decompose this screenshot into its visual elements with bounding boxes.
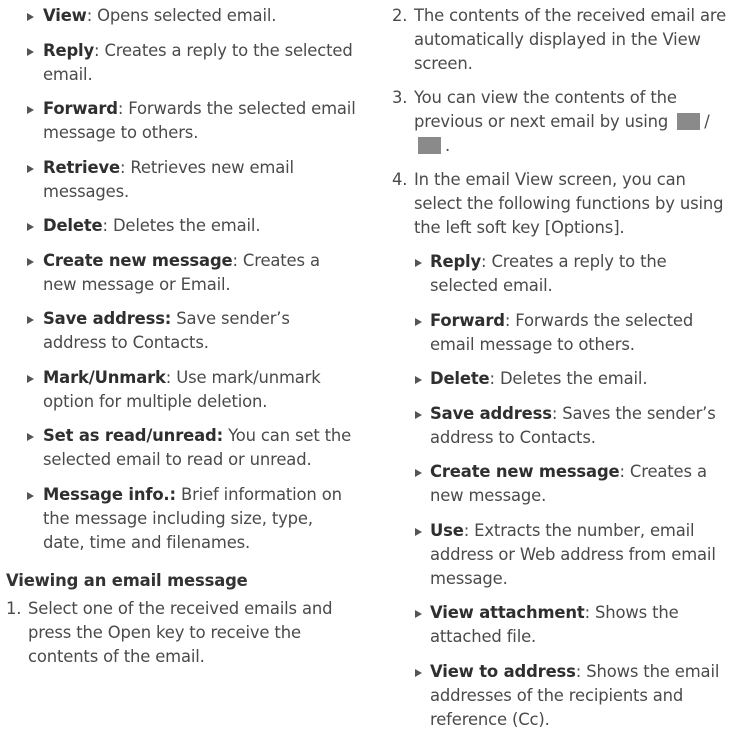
item-term: View — [43, 6, 87, 25]
item-term: Reply — [43, 40, 95, 60]
item-text: : Deletes the email. — [489, 369, 648, 388]
list-item: Create new message: Creates a new messag… — [6, 249, 358, 297]
triangle-bullet-icon — [27, 433, 34, 441]
triangle-bullet-icon — [415, 610, 422, 618]
item-term: Retrieve — [43, 157, 120, 177]
triangle-bullet-icon — [415, 376, 422, 384]
item-text: : Extracts the number, email address or … — [430, 520, 716, 588]
triangle-bullet-icon — [27, 316, 34, 324]
list-item: Set as read/unread: You can set the sele… — [6, 424, 358, 472]
list-item: Forward: Forwards the selected email mes… — [392, 309, 736, 357]
triangle-bullet-icon — [415, 410, 422, 419]
triangle-bullet-icon — [27, 164, 34, 173]
list-item: Reply: Creates a reply to the selected e… — [392, 250, 736, 298]
list-item: Save address: Saves the sender’s address… — [392, 402, 736, 450]
triangle-bullet-icon — [27, 47, 34, 56]
step-number: 3. — [392, 88, 408, 107]
step-text: You can view the contents of the previou… — [414, 88, 677, 131]
triangle-bullet-icon — [415, 527, 422, 536]
step-text: Select one of the received emails and pr… — [28, 598, 333, 666]
list-item: Mark/Unmark: Use mark/unmark option for … — [6, 366, 358, 414]
step-item: 3. You can view the contents of the previ… — [392, 86, 736, 158]
list-item: View attachment: Shows the attached file… — [392, 601, 736, 649]
manual-page: View: Opens selected email. Reply: Creat… — [0, 0, 739, 729]
list-item: View: Opens selected email. — [6, 4, 358, 28]
list-item: View to address: Shows the email address… — [392, 660, 736, 732]
item-term: Mark/Unmark — [43, 367, 166, 387]
step-text: In the email View screen, you can select… — [414, 170, 724, 237]
triangle-bullet-icon — [27, 106, 34, 114]
list-item: Use: Extracts the number, email address … — [392, 519, 736, 591]
triangle-bullet-icon — [27, 257, 34, 266]
item-term: Save address — [430, 403, 552, 423]
section-heading: Viewing an email message — [6, 570, 248, 590]
item-term: Create new message — [430, 462, 620, 481]
item-term: Set as read/unread: — [43, 426, 224, 445]
step-item: 1. Select one of the received emails and … — [6, 597, 358, 669]
item-term: View attachment — [430, 603, 585, 622]
triangle-bullet-icon — [415, 469, 422, 477]
step-text: The contents of the received email are a… — [414, 6, 727, 73]
item-term: Delete — [43, 216, 103, 235]
step-number: 4. — [392, 170, 408, 189]
list-item: Retrieve: Retrieves new email messages. — [6, 156, 358, 204]
triangle-bullet-icon — [415, 668, 422, 677]
item-term: Message info.: — [43, 484, 176, 504]
item-term: Save address: — [43, 309, 172, 328]
list-item: Delete: Deletes the email. — [392, 367, 736, 391]
item-term: Reply — [430, 252, 482, 271]
item-term: Use — [430, 520, 464, 540]
step-separator: / — [704, 112, 710, 131]
item-term: Forward — [43, 99, 118, 118]
item-term: Delete — [430, 369, 490, 388]
left-column: View: Opens selected email. Reply: Creat… — [6, 4, 358, 679]
list-item: Save address: Save sender’s address to C… — [6, 307, 358, 355]
step-item: 4. In the email View screen, you can sele… — [392, 168, 736, 240]
item-text: : Deletes the email. — [102, 216, 261, 235]
previous-key-icon — [677, 113, 701, 130]
triangle-bullet-icon — [27, 374, 34, 383]
triangle-bullet-icon — [27, 223, 34, 231]
step-number: 2. — [392, 6, 408, 25]
item-term: Create new message — [43, 250, 233, 270]
item-text: : Opens selected email. — [86, 6, 277, 25]
step-end: . — [445, 136, 451, 155]
right-column: 2. The contents of the received email are… — [392, 4, 736, 742]
list-item: Forward: Forwards the selected email mes… — [6, 97, 358, 145]
triangle-bullet-icon — [27, 491, 34, 500]
triangle-bullet-icon — [27, 13, 34, 21]
step-number: 1. — [6, 598, 22, 618]
triangle-bullet-icon — [415, 259, 422, 267]
list-item: Reply: Creates a reply to the selected e… — [6, 39, 358, 87]
list-item: Create new message: Creates a new messag… — [392, 460, 736, 508]
next-key-icon — [418, 137, 441, 154]
step-item: 2. The contents of the received email are… — [392, 4, 736, 76]
list-item: Delete: Deletes the email. — [6, 214, 358, 238]
list-item: Message info.: Brief information on the … — [6, 483, 358, 555]
item-term: Forward — [430, 310, 505, 330]
item-term: View to address — [430, 661, 576, 681]
triangle-bullet-icon — [415, 317, 422, 326]
